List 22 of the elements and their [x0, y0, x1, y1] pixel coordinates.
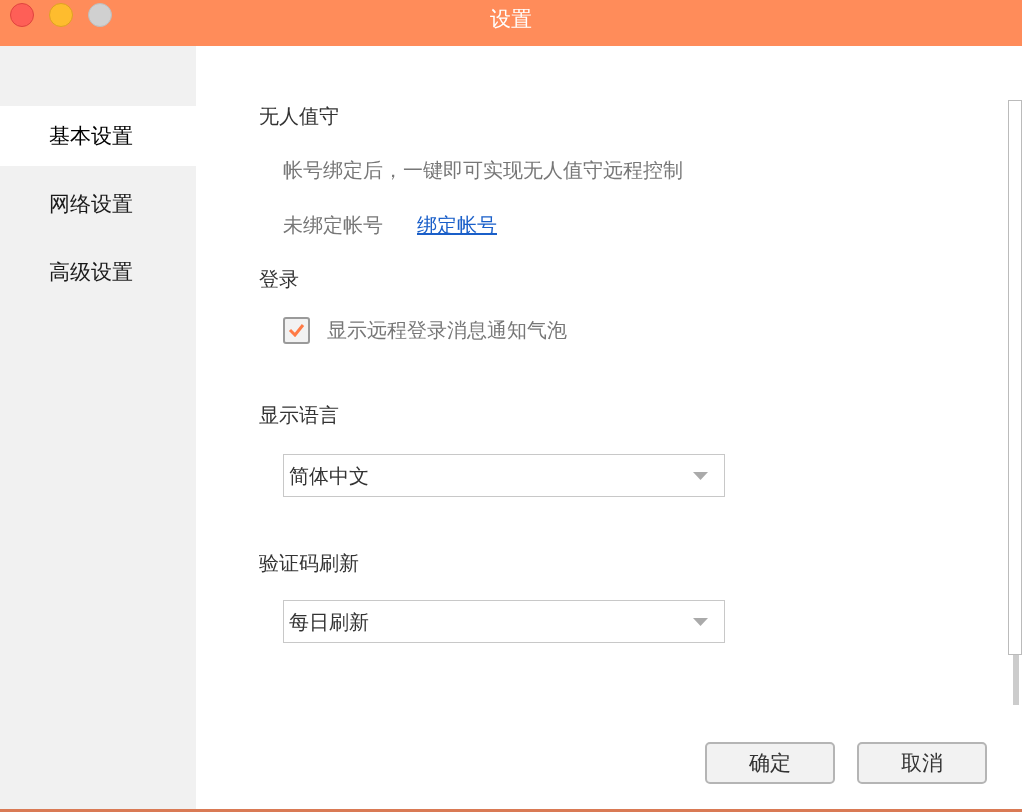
dialog-button[interactable]: 取消 [857, 742, 987, 784]
window-title: 设置 [490, 6, 532, 33]
checkmark-icon [288, 323, 305, 337]
dialog-button[interactable]: 确定 [705, 742, 835, 784]
binding-status: 未绑定帐号 [283, 213, 383, 238]
caret-icon [693, 617, 708, 626]
section-heading: 显示语言 [259, 403, 339, 428]
language-dropdown[interactable]: 简体中文 [283, 454, 725, 497]
section-heading: 验证码刷新 [259, 551, 359, 576]
zoom-button[interactable] [88, 3, 112, 27]
caret-icon [693, 471, 708, 480]
section-heading: 登录 [259, 267, 299, 292]
checkbox-label: 显示远程登录消息通知气泡 [327, 318, 567, 343]
bind-account-link[interactable]: 绑定帐号 [417, 211, 497, 239]
close-button[interactable] [10, 3, 34, 27]
minimize-button[interactable] [49, 3, 73, 27]
checkbox[interactable] [283, 316, 310, 344]
scrollbar-thumb[interactable] [1013, 655, 1019, 705]
refresh-dropdown[interactable]: 每日刷新 [283, 600, 725, 643]
section-heading: 无人值守 [259, 104, 339, 129]
sidebar-item[interactable]: 基本设置 [0, 106, 196, 166]
description-text: 帐号绑定后，一键即可实现无人值守远程控制 [283, 158, 683, 183]
